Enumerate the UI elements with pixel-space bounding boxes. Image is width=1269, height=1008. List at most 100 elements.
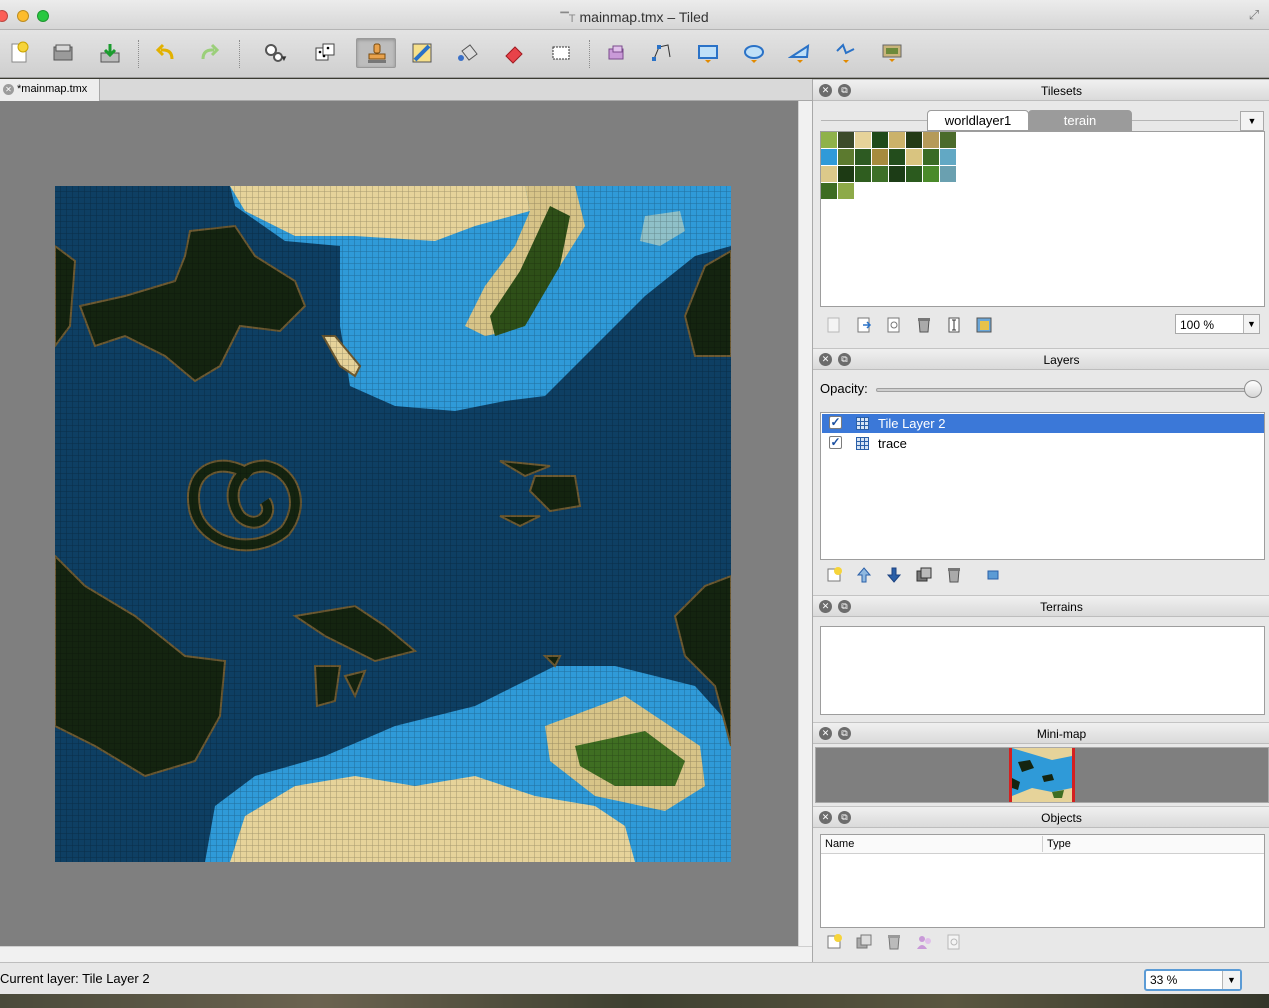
- duplicate-objects-icon[interactable]: [855, 933, 873, 951]
- eraser-button[interactable]: [498, 38, 530, 68]
- tile[interactable]: [889, 166, 905, 182]
- tileset-menu-button[interactable]: ▼: [1240, 111, 1264, 131]
- redo-button[interactable]: [193, 38, 225, 68]
- object-properties-icon[interactable]: [945, 933, 963, 951]
- add-layer-icon[interactable]: [825, 566, 843, 584]
- bucket-fill-button[interactable]: [452, 38, 484, 68]
- layer-row-trace[interactable]: ✓ trace: [822, 434, 1264, 453]
- insert-rectangle-button[interactable]: [692, 38, 724, 68]
- layer-row-tile-layer-2[interactable]: ✓ Tile Layer 2: [822, 414, 1264, 433]
- minimap-viewport-frame[interactable]: [1009, 748, 1075, 802]
- new-file-button[interactable]: [3, 38, 35, 68]
- move-objects-to-layer-icon[interactable]: [915, 933, 933, 951]
- tile[interactable]: [940, 132, 956, 148]
- commands-button[interactable]: ▼: [258, 38, 290, 68]
- import-tileset-icon[interactable]: [855, 316, 873, 334]
- layer-visibility-checkbox[interactable]: ✓: [829, 416, 842, 429]
- insert-polygon-icon: [788, 44, 810, 63]
- tile[interactable]: [821, 166, 837, 182]
- tileset-properties-icon[interactable]: [885, 316, 903, 334]
- tile[interactable]: [923, 166, 939, 182]
- undo-button[interactable]: [150, 38, 182, 68]
- tile[interactable]: [838, 132, 854, 148]
- stamp-brush-button[interactable]: [356, 38, 396, 68]
- objects-panel-header: ✕ ⧉ Objects: [813, 806, 1269, 828]
- tile[interactable]: [940, 149, 956, 165]
- insert-polyline-button[interactable]: [830, 38, 862, 68]
- right-dock: ✕ ⧉ Tilesets worldlayer1 terain ▼ 100 % …: [812, 79, 1269, 962]
- tile[interactable]: [855, 149, 871, 165]
- tile[interactable]: [923, 132, 939, 148]
- tile[interactable]: [821, 183, 837, 199]
- layer-options-icon[interactable]: [984, 566, 1002, 584]
- select-objects-button[interactable]: [600, 38, 632, 68]
- insert-tile-button[interactable]: [876, 38, 908, 68]
- duplicate-layer-icon[interactable]: [915, 566, 933, 584]
- tile[interactable]: [872, 166, 888, 182]
- tile[interactable]: [889, 149, 905, 165]
- document-proxy-icon: ▔T: [560, 13, 576, 25]
- opacity-slider-handle[interactable]: [1244, 380, 1262, 398]
- column-header-type[interactable]: Type: [1047, 838, 1071, 850]
- map-zoom-select[interactable]: 33 % ▼: [1144, 969, 1242, 991]
- terrain-brush-button[interactable]: [406, 38, 438, 68]
- tab-terain[interactable]: terain: [1028, 110, 1132, 131]
- panel-title: Terrains: [1040, 600, 1083, 614]
- terrains-view[interactable]: [820, 626, 1265, 715]
- fullscreen-icon[interactable]: ⤢: [1247, 8, 1261, 22]
- layers-list[interactable]: ✓ Tile Layer 2 ✓ trace: [820, 412, 1265, 560]
- edit-polygons-icon: [652, 44, 671, 61]
- tile[interactable]: [906, 132, 922, 148]
- close-icon[interactable]: ✕: [3, 84, 14, 95]
- tileset-zoom-select[interactable]: 100 % ▼: [1175, 314, 1260, 334]
- horizontal-scrollbar[interactable]: [0, 946, 812, 962]
- tile[interactable]: [940, 166, 956, 182]
- add-object-layer-icon[interactable]: [825, 933, 843, 951]
- tile[interactable]: [889, 132, 905, 148]
- map-canvas[interactable]: [0, 101, 798, 946]
- tile-map[interactable]: [55, 186, 731, 862]
- tile[interactable]: [906, 166, 922, 182]
- column-header-name[interactable]: Name: [825, 838, 854, 850]
- tile[interactable]: [838, 149, 854, 165]
- tile[interactable]: [923, 149, 939, 165]
- vertical-scrollbar[interactable]: [798, 101, 812, 946]
- save-file-button[interactable]: [94, 38, 126, 68]
- tile[interactable]: [838, 166, 854, 182]
- tile[interactable]: [872, 132, 888, 148]
- move-layer-down-icon[interactable]: [885, 566, 903, 584]
- tile[interactable]: [855, 166, 871, 182]
- insert-ellipse-button[interactable]: [738, 38, 770, 68]
- tab-mainmap[interactable]: ✕ *mainmap.tmx: [0, 79, 100, 101]
- tab-worldlayer1[interactable]: worldlayer1: [927, 110, 1029, 131]
- edit-terrain-icon[interactable]: [945, 316, 963, 334]
- objects-table[interactable]: Name Type: [820, 834, 1265, 928]
- window-title-text: mainmap.tmx – Tiled: [579, 9, 709, 25]
- new-tileset-icon[interactable]: [825, 316, 843, 334]
- column-divider: [1042, 836, 1043, 852]
- rect-select-button[interactable]: [545, 38, 577, 68]
- open-file-button[interactable]: [47, 38, 79, 68]
- edit-polygons-button[interactable]: [646, 38, 678, 68]
- insert-rectangle-icon: [698, 45, 718, 63]
- opacity-slider[interactable]: [876, 388, 1254, 392]
- desktop-background: [0, 994, 1269, 1008]
- tileset-image-icon[interactable]: [975, 316, 993, 334]
- insert-polygon-button[interactable]: [784, 38, 816, 68]
- tile-grid-overlay: [55, 186, 731, 862]
- random-mode-button[interactable]: [309, 38, 341, 68]
- move-layer-up-icon[interactable]: [855, 566, 873, 584]
- tile[interactable]: [838, 183, 854, 199]
- tile[interactable]: [821, 132, 837, 148]
- delete-layer-icon[interactable]: [945, 566, 963, 584]
- chevron-down-icon: ▼: [1222, 971, 1240, 989]
- minimap-view[interactable]: [815, 747, 1269, 803]
- delete-tileset-icon[interactable]: [915, 316, 933, 334]
- tileset-view[interactable]: [820, 131, 1265, 307]
- remove-objects-icon[interactable]: [885, 933, 903, 951]
- layer-visibility-checkbox[interactable]: ✓: [829, 436, 842, 449]
- tile[interactable]: [821, 149, 837, 165]
- tile[interactable]: [906, 149, 922, 165]
- tile[interactable]: [855, 132, 871, 148]
- tile[interactable]: [872, 149, 888, 165]
